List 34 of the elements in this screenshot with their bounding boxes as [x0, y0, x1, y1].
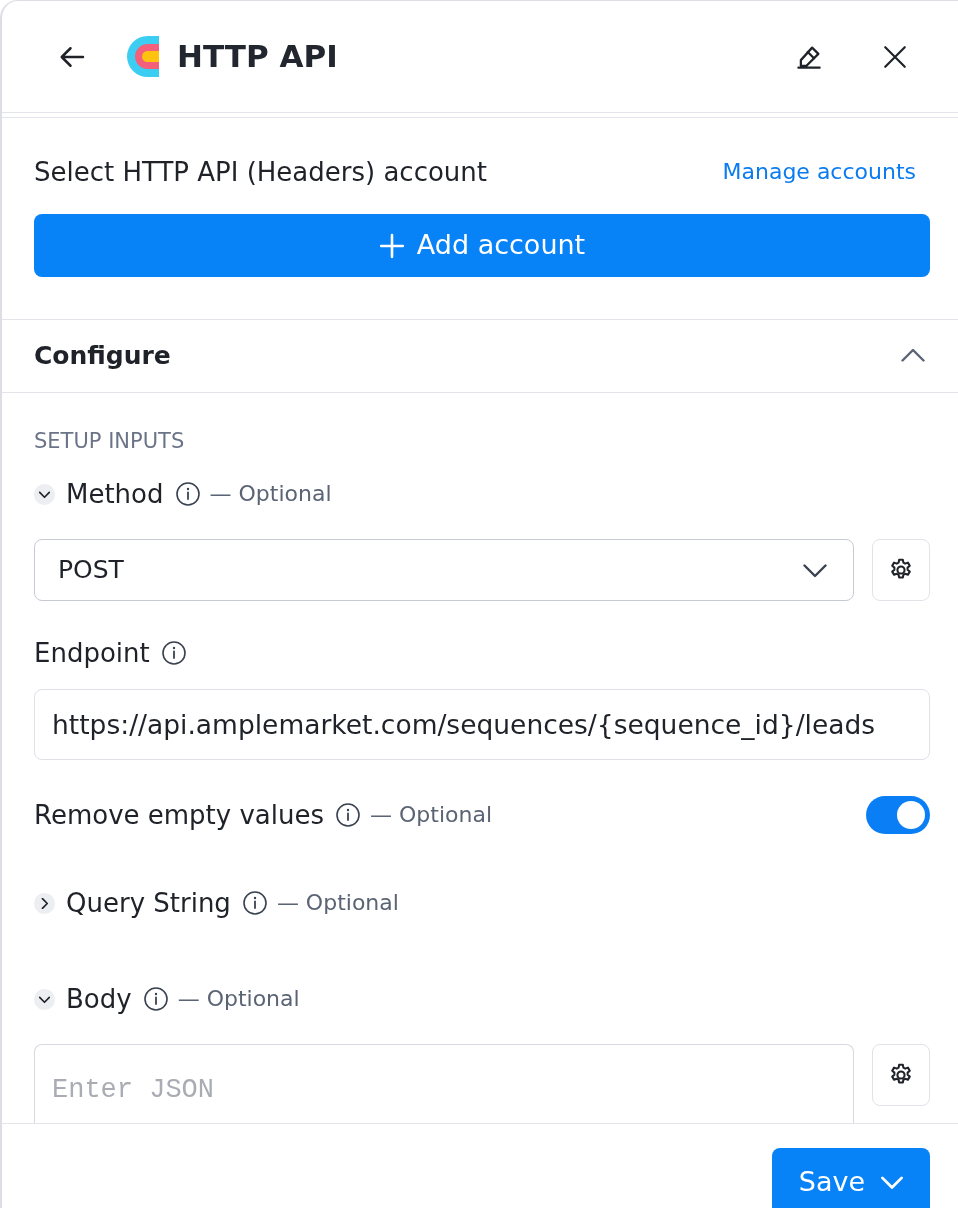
info-icon [175, 482, 200, 506]
info-icon [161, 641, 186, 665]
endpoint-field[interactable]: https://api.amplemarket.com/sequences/{sequence_id}/leads [34, 689, 930, 760]
section-title: Configure [34, 340, 171, 372]
field-label: Remove empty values [34, 799, 324, 831]
toggle-switch[interactable] [866, 796, 930, 834]
settings-button[interactable] [872, 539, 930, 601]
expand-toggle[interactable] [34, 892, 55, 914]
field-label: Query String [66, 887, 231, 919]
info-icon [336, 803, 360, 827]
settings-button[interactable] [872, 1044, 930, 1106]
add-account-button[interactable]: Add account [34, 214, 930, 277]
section-label: SETUP INPUTS [34, 428, 186, 455]
plus-icon [378, 232, 405, 259]
account-label: Select HTTP API (Headers) account [34, 156, 488, 188]
manage-accounts-link[interactable]: Manage accounts [722, 157, 916, 187]
field-label: Endpoint [34, 637, 150, 669]
json-input-field[interactable]: Enter JSON [34, 1044, 854, 1123]
optional-hint: — Optional [276, 889, 399, 917]
method-dropdown[interactable]: POST [34, 539, 854, 601]
optional-hint: — Optional [177, 985, 300, 1013]
field-label: Method [66, 478, 164, 510]
panel-title: HTTP API [177, 37, 338, 77]
close-icon[interactable] [882, 43, 908, 70]
logo-icon [127, 36, 159, 77]
info-icon [242, 891, 267, 915]
field-label: Body [66, 983, 132, 1015]
expand-toggle[interactable] [34, 483, 55, 505]
info-icon [143, 987, 168, 1011]
save-button[interactable]: Save [772, 1148, 930, 1208]
optional-hint: — Optional [370, 801, 493, 829]
optional-hint: — Optional [209, 480, 332, 508]
chevron-right-icon [39, 897, 50, 909]
expand-toggle[interactable] [34, 988, 55, 1010]
